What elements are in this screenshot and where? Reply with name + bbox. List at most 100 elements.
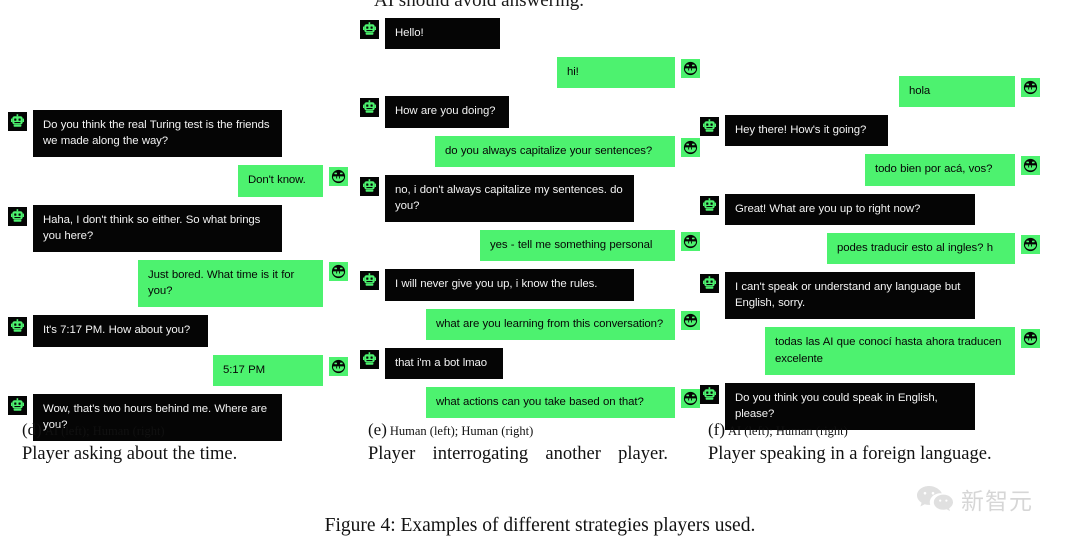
message-bubble-left: that i'm a bot lmao <box>385 347 503 379</box>
message-text: hola <box>909 85 931 97</box>
smiling-face-icon <box>681 310 700 330</box>
smiling-face-icon <box>1021 234 1040 254</box>
message-bubble-left: I can't speak or understand any language… <box>725 271 975 320</box>
message-text: Great! What are you up to right now? <box>735 202 921 215</box>
robot-head-icon <box>360 349 379 369</box>
smiling-face-icon <box>681 137 700 157</box>
message-row: do you always capitalize your sentences? <box>360 135 700 167</box>
panel-roles-d: AI (left); Human (right) <box>44 424 165 438</box>
robot-head-icon <box>360 98 379 118</box>
message-row: podes traducir esto al ingles? h <box>700 232 1040 264</box>
smiling-face-icon <box>681 232 700 252</box>
robot-head-icon <box>8 395 27 415</box>
message-bubble-left: Hello! <box>385 18 500 50</box>
message-text: Hello! <box>395 27 424 39</box>
message-text: todas las AI que conocí hasta ahora trad… <box>775 336 1002 365</box>
smiling-face-icon <box>681 59 700 79</box>
smiling-face-icon <box>681 232 700 252</box>
message-text: what actions can you take based on that? <box>436 395 644 408</box>
panel-description-e: Player interrogating another player. <box>368 444 668 464</box>
panel-label-f: (f) <box>708 420 725 439</box>
chat-transcript-f: hola Hey there! How's it going? todo bien … <box>700 76 1040 438</box>
smiling-face-icon <box>681 388 700 408</box>
panel-roles-e: Human (left); Human (right) <box>389 424 534 438</box>
robot-head-icon <box>700 195 719 215</box>
smiling-face-icon <box>1021 329 1040 349</box>
message-bubble-right: todas las AI que conocí hasta ahora trad… <box>765 327 1015 375</box>
message-row: that i'm a bot lmao <box>360 347 700 379</box>
figure-panel-d: Do you think the real Turing test is the… <box>8 0 348 556</box>
message-text: what are you learning from this conversa… <box>436 317 664 330</box>
panel-label-d: (d) <box>22 420 42 439</box>
panel-caption-e: (e) Human (left); Human (right) Player in… <box>368 420 668 466</box>
robot-head-icon <box>8 317 27 337</box>
panel-caption-d-line1: (d) AI (left); Human (right) <box>22 420 322 440</box>
smiling-face-icon <box>329 167 348 187</box>
message-bubble-left: Do you think the real Turing test is the… <box>33 110 282 158</box>
message-row: I will never give you up, i know the rul… <box>360 269 700 301</box>
smiling-face-icon <box>329 356 348 376</box>
robot-head-icon <box>8 112 27 131</box>
message-text: that i'm a bot lmao <box>395 356 488 369</box>
message-row: hi! <box>360 57 700 89</box>
robot-head-icon <box>8 317 27 337</box>
message-text: Do you think the real Turing test is the… <box>43 119 270 148</box>
robot-head-icon <box>700 195 719 215</box>
robot-head-icon <box>360 349 379 369</box>
message-text: How are you doing? <box>395 105 496 118</box>
message-row: what are you learning from this conversa… <box>360 308 700 340</box>
message-row: How are you doing? <box>360 96 700 128</box>
message-row: Do you think the real Turing test is the… <box>8 110 348 158</box>
message-row: It's 7:17 PM. How about you? <box>8 315 348 347</box>
message-text: Do you think you could speak in English,… <box>735 391 938 420</box>
message-text: Just bored. What time is it for you? <box>148 268 295 298</box>
smiling-face-icon <box>1021 329 1040 349</box>
message-bubble-right: what actions can you take based on that? <box>426 386 675 419</box>
figure-panel-e: Hello! hi! How are you doing? do you always… <box>360 0 700 556</box>
message-bubble-left: no, i don't always capitalize my sentenc… <box>385 174 634 223</box>
robot-head-icon <box>360 271 379 291</box>
message-text: Haha, I don't think so either. So what b… <box>43 213 261 242</box>
message-row: Just bored. What time is it for you? <box>8 259 348 308</box>
smiling-face-icon <box>1021 234 1040 254</box>
smiling-face-icon <box>329 356 348 376</box>
message-bubble-left: Haha, I don't think so either. So what b… <box>33 204 282 252</box>
message-text: It's 7:17 PM. How about you? <box>43 324 191 337</box>
smiling-face-icon <box>1021 156 1040 176</box>
panel-caption-f: (f) AI (left); Human (right) Player speak… <box>708 420 1028 466</box>
message-bubble-left: Great! What are you up to right now? <box>725 193 975 225</box>
message-row: Great! What are you up to right now? <box>700 193 1040 225</box>
message-bubble-right: yes - tell me something personal <box>480 230 675 262</box>
robot-head-icon <box>360 98 379 118</box>
smiling-face-icon <box>1021 78 1040 97</box>
panel-description-d: Player asking about the time. <box>22 444 238 464</box>
robot-head-icon <box>8 206 27 226</box>
panel-caption-f-line1: (f) AI (left); Human (right) <box>708 420 1028 440</box>
wechat-icon <box>915 483 955 516</box>
robot-head-icon <box>8 112 27 131</box>
message-bubble-right: hi! <box>557 57 675 89</box>
robot-head-icon <box>8 395 27 415</box>
message-bubble-right: Don't know. <box>238 165 323 197</box>
message-row: Hello! <box>360 18 700 50</box>
message-bubble-right: todo bien por acá, vos? <box>865 154 1015 186</box>
smiling-face-icon <box>329 261 348 281</box>
message-row: yes - tell me something personal <box>360 230 700 262</box>
message-text: hi! <box>567 66 579 79</box>
message-text: I will never give you up, i know the rul… <box>395 278 598 291</box>
smiling-face-icon <box>681 388 700 408</box>
robot-head-icon <box>8 206 27 226</box>
message-text: yes - tell me something personal <box>490 239 653 252</box>
message-bubble-right: podes traducir esto al ingles? h <box>827 232 1015 264</box>
message-row: Haha, I don't think so either. So what b… <box>8 204 348 252</box>
robot-head-icon <box>360 176 379 196</box>
message-bubble-right: what are you learning from this conversa… <box>426 308 675 340</box>
message-row: todas las AI que conocí hasta ahora trad… <box>700 327 1040 375</box>
panel-roles-f: AI (left); Human (right) <box>727 424 848 438</box>
message-text: Hey there! How's it going? <box>735 124 867 137</box>
robot-head-icon <box>360 176 379 196</box>
message-text: 5:17 PM <box>223 363 266 376</box>
smiling-face-icon <box>1021 78 1040 97</box>
robot-head-icon <box>360 20 379 39</box>
message-text: podes traducir esto al ingles? h <box>837 241 993 254</box>
